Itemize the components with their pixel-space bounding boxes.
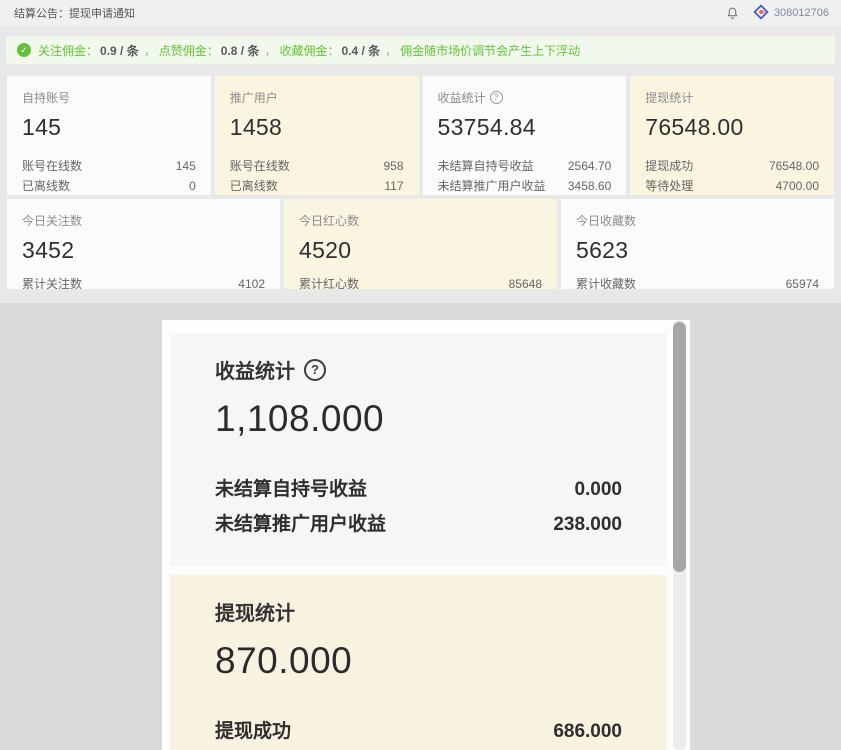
card-title: 提现统计 <box>645 89 819 106</box>
account-chip[interactable]: 308012706 <box>753 4 829 23</box>
row-value: 4700.00 <box>776 176 819 195</box>
mobile-card-row: 未结算自持号收益 0.000 <box>215 472 622 507</box>
card-title: 自持账号 <box>22 89 196 106</box>
card-title-text: 收益统计 <box>438 89 486 106</box>
card-value: 3452 <box>22 237 265 264</box>
row-value: 238.000 <box>553 507 622 542</box>
card-value: 1458 <box>230 114 404 141</box>
mobile-withdraw-card: 提现统计 870.000 提现成功 686.000 等待处理 184.000 <box>170 575 667 750</box>
bell-icon[interactable] <box>726 6 739 20</box>
row-value: 0 <box>189 176 196 195</box>
diamond-logo-icon <box>753 4 769 23</box>
notice-label: 点赞佣金： <box>159 44 219 58</box>
stat-card-income: 收益统计 ? 53754.84 未结算自持号收益 2564.70 未结算推广用户… <box>423 76 627 195</box>
stat-card-follows-today: 今日关注数 3452 累计关注数 4102 <box>7 199 280 289</box>
row-label: 累计收藏数 <box>576 274 636 289</box>
announcement-text: 结算公告：提现申请通知 <box>14 5 135 21</box>
notice-text: 关注佣金：0.9 / 条，点赞佣金：0.8 / 条，收藏佣金：0.4 / 条，佣… <box>38 42 580 59</box>
row-label: 未结算推广用户收益 <box>215 507 386 542</box>
notice-label: 关注佣金： <box>38 44 98 58</box>
row-value: 145 <box>176 156 196 176</box>
row-label: 累计关注数 <box>22 274 82 289</box>
card-row: 累计关注数 4102 <box>22 274 265 289</box>
card-row: 未结算自持号收益 2564.70 <box>438 156 612 176</box>
card-row: 等待处理 4700.00 <box>645 176 819 195</box>
row-value: 2564.70 <box>568 156 611 176</box>
card-value: 145 <box>22 114 196 141</box>
row-value: 686.000 <box>553 714 622 749</box>
row-label: 未结算推广用户收益 <box>438 176 546 195</box>
info-icon[interactable]: ? <box>490 91 503 104</box>
mobile-card-title-text: 收益统计 <box>215 355 295 384</box>
row-label: 累计红心数 <box>299 274 359 289</box>
card-value: 4520 <box>299 237 542 264</box>
account-id: 308012706 <box>774 7 829 19</box>
mobile-card-row: 未结算推广用户收益 238.000 <box>215 507 622 542</box>
check-circle-icon: ✓ <box>17 43 31 57</box>
row-label: 提现成功 <box>215 714 291 749</box>
mobile-income-card: 收益统计 ? 1,108.000 未结算自持号收益 0.000 未结算推广用户收… <box>170 333 667 566</box>
stat-card-promo-users: 推广用户 1458 账号在线数 958 已离线数 117 <box>215 76 419 195</box>
notice-separator: ， <box>264 44 276 58</box>
stat-cards-row2: 今日关注数 3452 累计关注数 4102 今日红心数 4520 累计红心数 8… <box>7 199 834 289</box>
notice-bar: ✓ 关注佣金：0.9 / 条，点赞佣金：0.8 / 条，收藏佣金：0.4 / 条… <box>6 36 835 64</box>
stat-card-self-accounts: 自持账号 145 账号在线数 145 已离线数 0 <box>7 76 211 195</box>
notice-label: 收藏佣金： <box>279 44 339 58</box>
card-title: 今日红心数 <box>299 212 542 229</box>
row-label: 已离线数 <box>22 176 70 195</box>
row-label: 未结算自持号收益 <box>215 472 367 507</box>
scrollbar-track[interactable] <box>673 320 686 750</box>
row-value: 3458.60 <box>568 176 611 195</box>
topbar: 结算公告：提现申请通知 308012706 <box>0 0 841 26</box>
row-value: 0.000 <box>574 472 622 507</box>
mobile-card-title: 提现统计 <box>215 597 622 626</box>
stat-cards-row1: 自持账号 145 账号在线数 145 已离线数 0 推广用户 1458 账号在线… <box>7 76 834 195</box>
card-row: 已离线数 0 <box>22 176 196 195</box>
card-row: 已离线数 117 <box>230 176 404 195</box>
mobile-preview-area: 收益统计 ? 1,108.000 未结算自持号收益 0.000 未结算推广用户收… <box>0 303 841 750</box>
mobile-card-value: 1,108.000 <box>215 398 622 440</box>
row-label: 已离线数 <box>230 176 278 195</box>
row-label: 未结算自持号收益 <box>438 156 534 176</box>
card-row: 累计红心数 85648 <box>299 274 542 289</box>
card-row: 未结算推广用户收益 3458.60 <box>438 176 612 195</box>
help-icon[interactable]: ? <box>304 359 326 381</box>
mobile-card-value: 870.000 <box>215 640 622 682</box>
mobile-card-title: 收益统计 ? <box>215 355 622 384</box>
scrollbar-thumb[interactable] <box>673 322 686 572</box>
notice-value: 0.9 / 条 <box>100 44 139 58</box>
row-value: 4102 <box>238 274 265 289</box>
card-row: 账号在线数 145 <box>22 156 196 176</box>
card-value: 5623 <box>576 237 819 264</box>
notice-separator: ， <box>144 44 156 58</box>
card-title: 今日关注数 <box>22 212 265 229</box>
card-row: 累计收藏数 65974 <box>576 274 819 289</box>
stat-card-withdraw: 提现统计 76548.00 提现成功 76548.00 等待处理 4700.00 <box>630 76 834 195</box>
notice-separator: ， <box>385 44 397 58</box>
row-label: 提现成功 <box>645 156 693 176</box>
row-value: 85648 <box>509 274 542 289</box>
card-value: 76548.00 <box>645 114 819 141</box>
row-label: 账号在线数 <box>22 156 82 176</box>
row-label: 账号在线数 <box>230 156 290 176</box>
row-value: 958 <box>383 156 403 176</box>
stat-card-likes-today: 今日红心数 4520 累计红心数 85648 <box>284 199 557 289</box>
card-row: 提现成功 76548.00 <box>645 156 819 176</box>
notice-value: 0.4 / 条 <box>341 44 380 58</box>
mobile-panel: 收益统计 ? 1,108.000 未结算自持号收益 0.000 未结算推广用户收… <box>162 320 690 750</box>
row-value: 76548.00 <box>769 156 819 176</box>
row-value: 65974 <box>786 274 819 289</box>
card-title: 收益统计 ? <box>438 89 612 106</box>
card-title: 今日收藏数 <box>576 212 819 229</box>
row-value: 117 <box>384 176 403 195</box>
notice-tail: 佣金随市场价调节会产生上下浮动 <box>400 44 580 58</box>
notice-value: 0.8 / 条 <box>221 44 260 58</box>
row-label: 等待处理 <box>645 176 693 195</box>
card-row: 账号在线数 958 <box>230 156 404 176</box>
card-title: 推广用户 <box>230 89 404 106</box>
mobile-card-row: 提现成功 686.000 <box>215 714 622 749</box>
card-value: 53754.84 <box>438 114 612 141</box>
stat-card-favorites-today: 今日收藏数 5623 累计收藏数 65974 <box>561 199 834 289</box>
